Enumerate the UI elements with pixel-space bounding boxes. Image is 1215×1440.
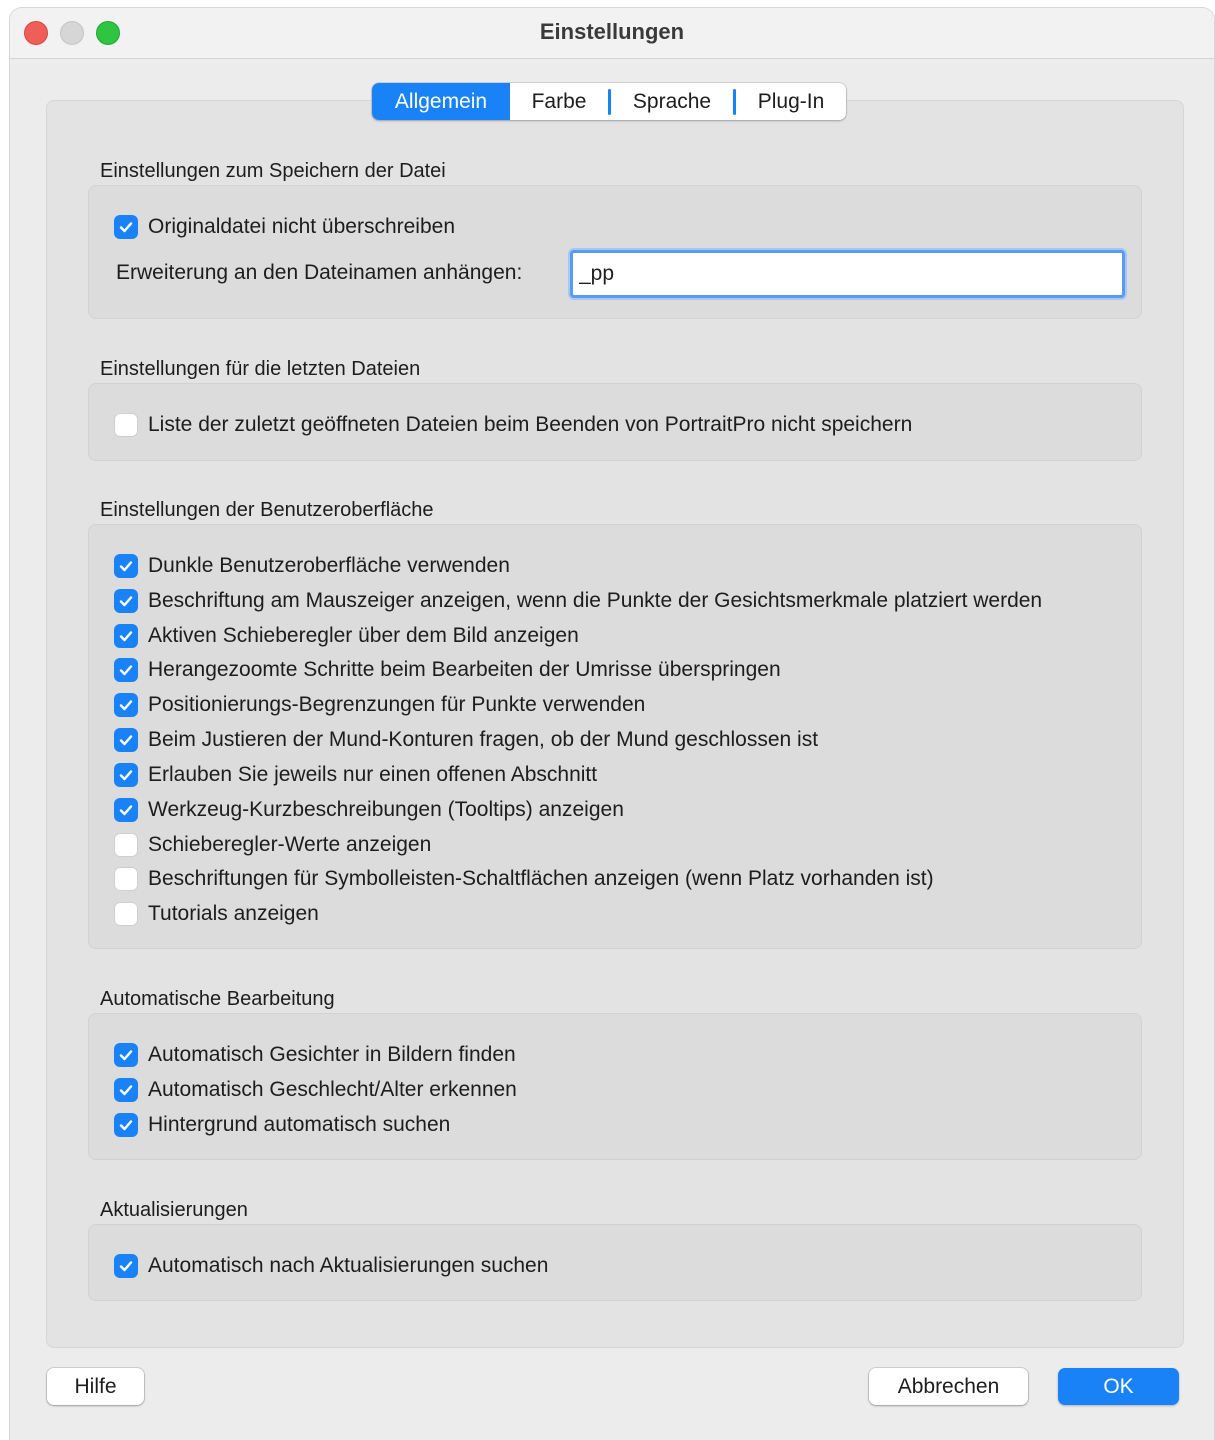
checkbox-toolbar-labels[interactable] (114, 867, 138, 891)
option-row[interactable]: Dunkle Benutzeroberfläche verwenden (114, 551, 510, 581)
tab-plug-in[interactable]: Plug-In (736, 83, 846, 120)
tab-sprache[interactable]: Sprache (611, 83, 733, 120)
option-label: Werkzeug-Kurzbeschreibungen (Tooltips) a… (148, 798, 624, 821)
checkbox-tooltips[interactable] (114, 798, 138, 822)
section-title-recent: Einstellungen für die letzten Dateien (100, 358, 421, 380)
option-label: Automatisch nach Aktualisierungen suchen (148, 1254, 549, 1277)
option-row[interactable]: Erlauben Sie jeweils nur einen offenen A… (114, 760, 597, 790)
option-label: Dunkle Benutzeroberfläche verwenden (148, 554, 510, 577)
section-title-auto: Automatische Bearbeitung (100, 988, 335, 1010)
section-title-ui: Einstellungen der Benutzeroberfläche (100, 499, 434, 521)
checkbox-auto-background[interactable] (114, 1113, 138, 1137)
option-label: Originaldatei nicht überschreiben (148, 215, 456, 238)
option-label: Herangezoomte Schritte beim Bearbeiten d… (148, 658, 781, 681)
help-button[interactable]: Hilfe (47, 1368, 144, 1405)
checkbox-original-file[interactable] (114, 215, 138, 239)
title-bar: Einstellungen (10, 8, 1214, 59)
checkbox-single-open-section[interactable] (114, 763, 138, 787)
option-label: Aktiven Schieberegler über dem Bild anze… (148, 624, 579, 647)
checkbox-slider-values[interactable] (114, 833, 138, 857)
option-row[interactable]: Automatisch Geschlecht/Alter erkennen (114, 1075, 517, 1105)
checkbox-dark-ui[interactable] (114, 554, 138, 578)
option-row[interactable]: Beim Justieren der Mund-Konturen fragen,… (114, 725, 818, 755)
checkbox-active-slider[interactable] (114, 624, 138, 648)
option-label: Beim Justieren der Mund-Konturen fragen,… (148, 728, 819, 751)
option-row[interactable]: Aktiven Schieberegler über dem Bild anze… (114, 621, 579, 651)
extension-label: Erweiterung an den Dateinamen anhängen: (116, 261, 523, 284)
option-label: Positionierungs-Begrenzungen für Punkte … (148, 693, 646, 716)
option-row[interactable]: Automatisch Gesichter in Bildern finden (114, 1040, 516, 1070)
checkbox-auto-find-faces[interactable] (114, 1043, 138, 1067)
option-row[interactable]: Liste der zuletzt geöffneten Dateien bei… (114, 410, 912, 440)
option-label: Erlauben Sie jeweils nur einen offenen A… (148, 763, 598, 786)
ok-button[interactable]: OK (1058, 1368, 1179, 1405)
option-row[interactable]: Automatisch nach Aktualisierungen suchen (114, 1251, 548, 1281)
option-label: Liste der zuletzt geöffneten Dateien bei… (148, 413, 913, 436)
preferences-window: Einstellungen Allgemein Farbe Sprache Pl… (10, 8, 1214, 1440)
option-row[interactable]: Positionierungs-Begrenzungen für Punkte … (114, 690, 645, 720)
option-label: Automatisch Gesichter in Bildern finden (148, 1043, 516, 1066)
checkbox-skip-zoom-steps[interactable] (114, 658, 138, 682)
window-title: Einstellungen (539, 19, 685, 44)
filename-extension-input[interactable] (570, 250, 1125, 298)
tab-allgemein[interactable]: Allgemein (372, 83, 510, 120)
option-row[interactable]: Originaldatei nicht überschreiben (114, 212, 455, 242)
checkbox-mouth-closed-prompt[interactable] (114, 728, 138, 752)
option-row[interactable]: Tutorials anzeigen (114, 899, 319, 929)
option-row[interactable]: Schieberegler-Werte anzeigen (114, 830, 431, 860)
checkbox-cursor-labels[interactable] (114, 589, 138, 613)
option-row[interactable]: Werkzeug-Kurzbeschreibungen (Tooltips) a… (114, 795, 624, 825)
option-row[interactable]: Herangezoomte Schritte beim Bearbeiten d… (114, 655, 781, 685)
section-title-save: Einstellungen zum Speichern der Datei (100, 160, 446, 182)
checkbox-recent-list[interactable] (114, 413, 138, 437)
option-label: Tutorials anzeigen (148, 902, 319, 925)
option-row[interactable]: Beschriftung am Mauszeiger anzeigen, wen… (114, 586, 1042, 616)
option-label: Hintergrund automatisch suchen (148, 1113, 451, 1136)
option-row[interactable]: Hintergrund automatisch suchen (114, 1110, 450, 1140)
checkbox-auto-updates[interactable] (114, 1254, 138, 1278)
checkbox-tutorials[interactable] (114, 902, 138, 926)
option-label: Beschriftung am Mauszeiger anzeigen, wen… (148, 589, 1043, 612)
checkbox-auto-gender-age[interactable] (114, 1078, 138, 1102)
option-label: Automatisch Geschlecht/Alter erkennen (148, 1078, 517, 1101)
option-row[interactable]: Beschriftungen für Symbolleisten-Schaltf… (114, 864, 934, 894)
tab-farbe[interactable]: Farbe (510, 83, 608, 120)
tab-bar: Allgemein Farbe Sprache Plug-In (372, 83, 846, 120)
option-label: Schieberegler-Werte anzeigen (148, 833, 432, 856)
section-title-updates: Aktualisierungen (100, 1199, 248, 1221)
checkbox-position-limits[interactable] (114, 693, 138, 717)
cancel-button[interactable]: Abbrechen (869, 1368, 1028, 1405)
option-label: Beschriftungen für Symbolleisten-Schaltf… (148, 867, 934, 890)
